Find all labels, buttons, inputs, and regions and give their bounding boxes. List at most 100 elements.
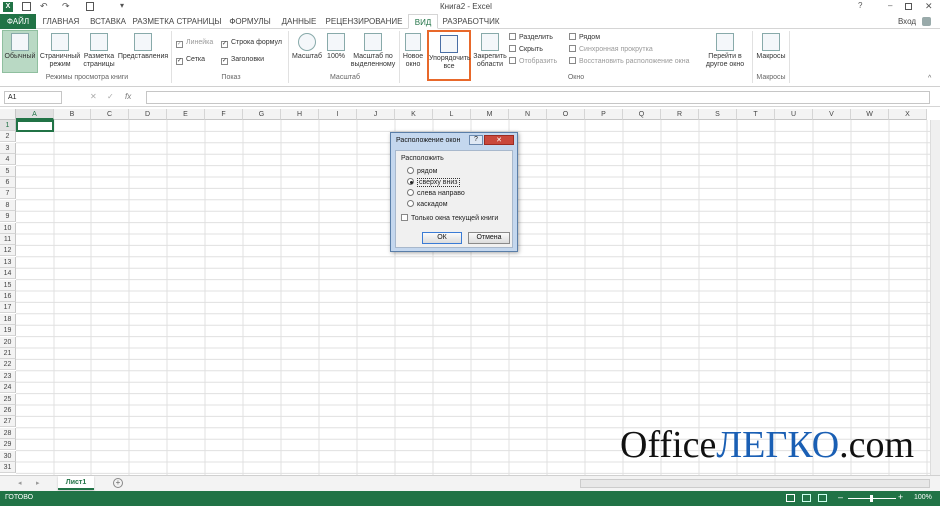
tab-insert[interactable]: ВСТАВКА: [86, 14, 130, 29]
column-header[interactable]: F: [205, 109, 243, 120]
undo-icon[interactable]: ↶: [40, 1, 48, 12]
row-header[interactable]: 11: [0, 234, 16, 245]
close-icon[interactable]: ✕: [925, 1, 933, 12]
column-header[interactable]: N: [509, 109, 547, 120]
row-header[interactable]: 2: [0, 131, 16, 143]
name-box[interactable]: A1: [4, 91, 62, 104]
unhide-button[interactable]: Отобразить: [509, 57, 557, 67]
print-preview-icon[interactable]: [86, 2, 94, 11]
column-header[interactable]: X: [889, 109, 927, 120]
normal-view-status-icon[interactable]: [786, 494, 795, 502]
hide-button[interactable]: Скрыть: [509, 45, 543, 55]
confirm-entry-icon[interactable]: ✓: [107, 92, 114, 101]
zoom-100-button[interactable]: 100%: [325, 30, 347, 61]
column-header[interactable]: Q: [623, 109, 661, 120]
reset-position-button[interactable]: Восстановить расположение окна: [569, 57, 689, 67]
restore-icon[interactable]: [905, 3, 912, 10]
row-header[interactable]: 19: [0, 325, 16, 337]
normal-view-button[interactable]: Обычный: [2, 30, 38, 73]
macros-button[interactable]: Макросы: [755, 30, 787, 61]
active-cell[interactable]: [16, 120, 54, 132]
tab-formulas[interactable]: ФОРМУЛЫ: [224, 14, 276, 29]
row-header[interactable]: 31: [0, 462, 16, 473]
tab-view[interactable]: ВИД: [408, 14, 438, 29]
column-header[interactable]: I: [319, 109, 357, 120]
row-header[interactable]: 8: [0, 199, 16, 211]
zoom-in-icon[interactable]: +: [898, 492, 903, 502]
row-header[interactable]: 22: [0, 359, 16, 371]
current-workbook-checkbox[interactable]: Только окна текущей книги: [401, 214, 498, 224]
headings-checkbox[interactable]: ✓ Заголовки: [221, 55, 264, 65]
column-header[interactable]: A: [16, 109, 54, 120]
zoom-out-icon[interactable]: –: [838, 492, 843, 502]
formula-input[interactable]: [146, 91, 930, 104]
cancel-button[interactable]: Отмена: [468, 232, 510, 244]
row-header[interactable]: 10: [0, 222, 16, 234]
split-button[interactable]: Разделить: [509, 33, 553, 43]
column-header[interactable]: B: [54, 109, 91, 120]
column-header[interactable]: M: [471, 109, 509, 120]
row-header[interactable]: 14: [0, 268, 16, 280]
row-header[interactable]: 17: [0, 302, 16, 314]
row-header[interactable]: 21: [0, 348, 16, 359]
tab-home[interactable]: ГЛАВНАЯ: [38, 14, 84, 29]
custom-views-button[interactable]: Представления: [117, 30, 169, 61]
zoom-percent[interactable]: 100%: [914, 494, 932, 501]
column-header[interactable]: J: [357, 109, 395, 120]
row-header[interactable]: 9: [0, 211, 16, 223]
row-header[interactable]: 1: [0, 120, 16, 131]
row-header[interactable]: 6: [0, 177, 16, 188]
tab-developer[interactable]: РАЗРАБОТЧИК: [440, 14, 502, 29]
column-header[interactable]: H: [281, 109, 319, 120]
row-header[interactable]: 5: [0, 165, 16, 177]
row-header[interactable]: 4: [0, 154, 16, 166]
row-header[interactable]: 3: [0, 142, 16, 154]
option-vertical[interactable]: слева направо: [407, 189, 465, 199]
column-header[interactable]: C: [91, 109, 129, 120]
row-header[interactable]: 7: [0, 188, 16, 200]
column-header[interactable]: K: [395, 109, 433, 120]
new-window-button[interactable]: Новое окно: [401, 30, 425, 69]
page-break-view-button[interactable]: Страничный режим: [39, 30, 81, 69]
row-header[interactable]: 15: [0, 279, 16, 291]
column-header[interactable]: D: [129, 109, 167, 120]
side-by-side-button[interactable]: Рядом: [569, 33, 600, 43]
row-header[interactable]: 27: [0, 416, 16, 428]
scroll-sheets-right-icon[interactable]: ▸: [36, 479, 40, 487]
help-icon[interactable]: ?: [858, 1, 862, 10]
zoom-slider-thumb[interactable]: [870, 495, 873, 502]
option-cascade[interactable]: каскадом: [407, 200, 448, 210]
zoom-selection-button[interactable]: Масштаб по выделенному: [349, 30, 397, 69]
select-all-corner[interactable]: [0, 109, 16, 120]
signin-link[interactable]: Вход: [896, 14, 918, 29]
column-header[interactable]: W: [851, 109, 889, 120]
zoom-slider[interactable]: [848, 495, 896, 502]
option-side[interactable]: рядом: [407, 167, 437, 177]
minimize-icon[interactable]: –: [888, 1, 892, 10]
sheet-tab-1[interactable]: Лист1: [58, 476, 94, 490]
gridlines-checkbox[interactable]: ✓ Сетка: [176, 55, 205, 65]
page-break-status-icon[interactable]: [818, 494, 827, 502]
column-header[interactable]: P: [585, 109, 623, 120]
row-header[interactable]: 28: [0, 427, 16, 439]
column-header[interactable]: O: [547, 109, 585, 120]
row-header[interactable]: 29: [0, 439, 16, 451]
collapse-ribbon-icon[interactable]: ^: [928, 75, 931, 82]
ruler-checkbox[interactable]: ✓ Линейка: [176, 38, 213, 48]
row-header[interactable]: 30: [0, 450, 16, 462]
insert-function-icon[interactable]: fx: [125, 92, 131, 101]
row-header[interactable]: 25: [0, 393, 16, 405]
horizontal-scrollbar[interactable]: [580, 479, 930, 488]
quick-access-more-icon[interactable]: ▾: [120, 1, 124, 10]
column-header[interactable]: G: [243, 109, 281, 120]
tab-page-layout[interactable]: РАЗМЕТКА СТРАНИЦЫ: [132, 14, 222, 29]
formula-bar-checkbox[interactable]: ✓ Строка формул: [221, 38, 282, 48]
scroll-sheets-left-icon[interactable]: ◂: [18, 479, 22, 487]
row-header[interactable]: 26: [0, 405, 16, 416]
cancel-entry-icon[interactable]: ✕: [90, 92, 97, 101]
dialog-help-icon[interactable]: ?: [469, 135, 483, 145]
column-header[interactable]: T: [737, 109, 775, 120]
column-header[interactable]: V: [813, 109, 851, 120]
tab-file[interactable]: ФАЙЛ: [0, 14, 36, 29]
page-layout-view-button[interactable]: Разметка страницы: [82, 30, 116, 69]
